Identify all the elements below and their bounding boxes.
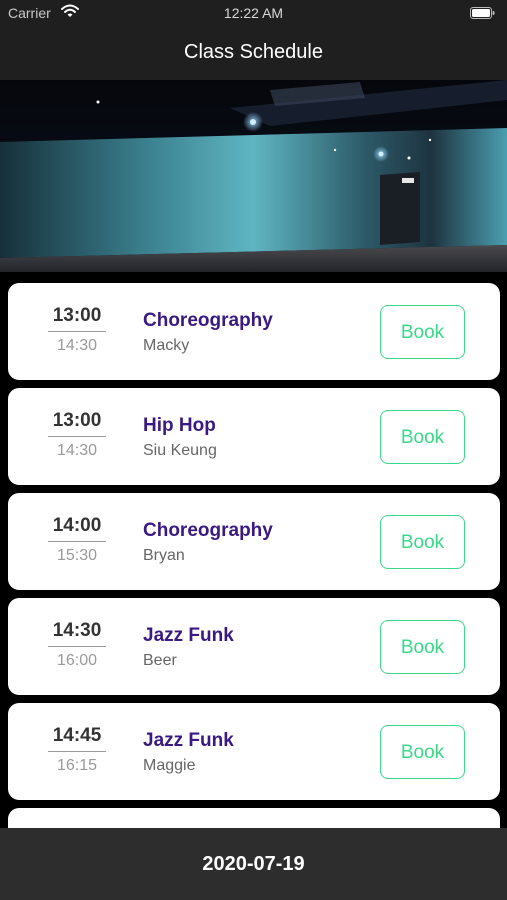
time-divider bbox=[48, 331, 106, 332]
start-time: 14:00 bbox=[52, 515, 102, 536]
clock-label: 12:22 AM bbox=[223, 5, 284, 21]
class-card-partial bbox=[8, 808, 500, 828]
class-list[interactable]: 13:00 14:30 Choreography Macky Book 13:0… bbox=[0, 272, 507, 828]
time-divider bbox=[48, 541, 106, 542]
time-divider bbox=[48, 436, 106, 437]
selected-date[interactable]: 2020-07-19 bbox=[0, 828, 507, 900]
start-time: 14:30 bbox=[52, 620, 102, 641]
battery-icon bbox=[470, 7, 495, 19]
class-card: 14:00 15:30 Choreography Bryan Book bbox=[8, 493, 500, 590]
class-name: Hip Hop bbox=[143, 415, 216, 436]
start-time: 13:00 bbox=[52, 410, 102, 431]
book-button[interactable]: Book bbox=[380, 410, 465, 464]
book-button[interactable]: Book bbox=[380, 725, 465, 779]
class-name: Jazz Funk bbox=[143, 730, 234, 751]
class-card: 14:30 16:00 Jazz Funk Beer Book bbox=[8, 598, 500, 695]
class-name: Choreography bbox=[143, 520, 273, 541]
time-divider bbox=[48, 751, 106, 752]
end-time: 15:30 bbox=[56, 547, 98, 564]
class-card: 13:00 14:30 Choreography Macky Book bbox=[8, 283, 500, 380]
time-divider bbox=[48, 646, 106, 647]
class-name: Choreography bbox=[143, 310, 273, 331]
time-block: 13:00 14:30 bbox=[48, 410, 106, 460]
date-footer[interactable]: 2020-07-19 bbox=[0, 828, 507, 900]
end-time: 14:30 bbox=[56, 337, 98, 354]
book-button[interactable]: Book bbox=[380, 620, 465, 674]
navigation-bar: Class Schedule bbox=[0, 28, 507, 80]
time-block: 14:00 15:30 bbox=[48, 515, 106, 565]
end-time: 16:00 bbox=[56, 652, 98, 669]
instructor-name: Macky bbox=[143, 337, 190, 354]
time-block: 14:45 16:15 bbox=[48, 725, 106, 775]
instructor-name: Siu Keung bbox=[143, 442, 217, 459]
class-name: Jazz Funk bbox=[143, 625, 234, 646]
time-block: 13:00 14:30 bbox=[48, 305, 106, 355]
start-time: 14:45 bbox=[52, 725, 102, 746]
start-time: 13:00 bbox=[52, 305, 102, 326]
end-time: 14:30 bbox=[56, 442, 98, 459]
class-schedule-screen: Carrier 12:22 AM Class Schedule 13:00 14… bbox=[0, 0, 507, 900]
book-button[interactable]: Book bbox=[380, 515, 465, 569]
time-block: 14:30 16:00 bbox=[48, 620, 106, 670]
page-title: Class Schedule bbox=[184, 41, 323, 63]
instructor-name: Maggie bbox=[143, 757, 196, 774]
class-card: 13:00 14:30 Hip Hop Siu Keung Book bbox=[8, 388, 500, 485]
studio-banner-image bbox=[0, 80, 507, 272]
instructor-name: Beer bbox=[143, 652, 177, 669]
instructor-name: Bryan bbox=[143, 547, 185, 564]
end-time: 16:15 bbox=[56, 757, 98, 774]
status-bar: Carrier 12:22 AM bbox=[0, 0, 507, 28]
book-button[interactable]: Book bbox=[380, 305, 465, 359]
class-card: 14:45 16:15 Jazz Funk Maggie Book bbox=[8, 703, 500, 800]
